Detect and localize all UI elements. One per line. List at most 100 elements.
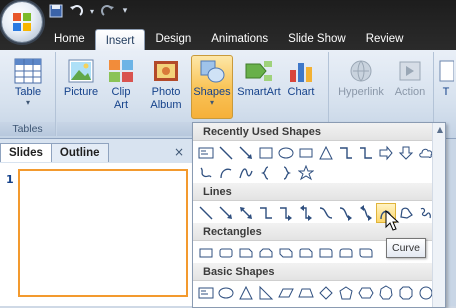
clip-art-button[interactable]: Clip Art <box>103 56 139 112</box>
tab-home[interactable]: Home <box>44 28 95 50</box>
trapezoid-shape-icon[interactable] <box>296 283 316 303</box>
customize-toolbar-icon[interactable]: ▾ <box>120 3 130 19</box>
shapes-icon <box>197 56 227 86</box>
office-button[interactable] <box>2 2 42 42</box>
round-diagonal-rectangle-icon[interactable] <box>356 243 376 263</box>
smartart-button[interactable]: SmartArt <box>237 56 281 99</box>
hyperlink-icon <box>346 56 376 86</box>
star-shape-icon[interactable] <box>296 163 316 183</box>
tab-animations[interactable]: Animations <box>201 28 278 50</box>
quick-access-toolbar: ▾ ▾ <box>48 2 130 20</box>
down-arrow-shape-icon[interactable] <box>396 143 416 163</box>
left-brace-shape-icon[interactable] <box>256 163 276 183</box>
undo-dropdown-icon[interactable]: ▾ <box>88 3 96 19</box>
rounded-rectangle-shape-icon[interactable] <box>216 243 236 263</box>
basic-shapes-row <box>196 283 436 303</box>
lines-row <box>196 203 436 223</box>
tab-outline[interactable]: Outline <box>50 143 109 162</box>
shapes-gallery: Recently Used Shapes Lines Rectangles Ba… <box>192 122 446 308</box>
clip-art-label-line1: Clip <box>111 86 131 98</box>
redo-icon[interactable] <box>100 3 116 19</box>
tab-insert[interactable]: Insert <box>94 29 146 51</box>
textbox-shape-icon-basic[interactable] <box>196 283 216 303</box>
elbow-double-arrow-connector-shape-icon[interactable] <box>296 203 316 223</box>
slide-thumbnail-list: 1 <box>0 163 192 306</box>
round-same-side-rectangle-icon[interactable] <box>336 243 356 263</box>
elbow-connector-shape-icon[interactable] <box>336 143 356 163</box>
slide-number: 1 <box>6 173 14 186</box>
chart-button[interactable]: Chart <box>283 56 319 99</box>
snip-single-corner-rectangle-icon[interactable] <box>236 243 256 263</box>
chart-label: Chart <box>287 86 315 98</box>
picture-label: Picture <box>63 86 99 98</box>
elbow-connector-shape-icon-lines[interactable] <box>256 203 276 223</box>
tab-slides[interactable]: Slides <box>0 143 52 162</box>
diamond-shape-icon[interactable] <box>316 283 336 303</box>
isosceles-triangle-shape-icon[interactable] <box>236 283 256 303</box>
hexagon-shape-icon[interactable] <box>356 283 376 303</box>
double-arrow-shape-icon[interactable] <box>236 203 256 223</box>
shapes-button[interactable]: Shapes ▾ <box>191 55 233 119</box>
tab-review[interactable]: Review <box>356 28 414 50</box>
octagon-shape-icon[interactable] <box>396 283 416 303</box>
recent-shapes-row-2 <box>196 163 316 183</box>
picture-button[interactable]: Picture <box>63 56 99 99</box>
round-single-corner-rectangle-icon[interactable] <box>316 243 336 263</box>
pane-tabs: Slides Outline <box>0 143 109 163</box>
right-triangle-shape-icon[interactable] <box>256 283 276 303</box>
hyperlink-label: Hyperlink <box>338 86 384 98</box>
picture-icon <box>66 56 96 86</box>
curved-double-arrow-connector-shape-icon[interactable] <box>356 203 376 223</box>
curved-arrow-connector-shape-icon[interactable] <box>336 203 356 223</box>
freeform-shape-icon[interactable] <box>196 163 216 183</box>
slide-editor-edge <box>448 139 456 306</box>
slide-thumbnail[interactable] <box>18 169 188 297</box>
section-lines: Lines <box>193 183 445 201</box>
line-shape-icon-lines[interactable] <box>196 203 216 223</box>
parallelogram-shape-icon[interactable] <box>276 283 296 303</box>
shapes-dropdown-icon: ▾ <box>209 98 214 107</box>
office-logo-icon <box>13 13 31 31</box>
save-icon[interactable] <box>48 3 64 19</box>
right-brace-shape-icon[interactable] <box>276 163 296 183</box>
chart-icon <box>286 56 316 86</box>
heptagon-shape-icon[interactable] <box>376 283 396 303</box>
rectangles-row <box>196 243 376 263</box>
line-shape-icon[interactable] <box>216 143 236 163</box>
arrow-shape-icon-lines[interactable] <box>216 203 236 223</box>
clip-art-label-line2: Art <box>113 99 129 111</box>
oval-shape-icon[interactable] <box>276 143 296 163</box>
oval-shape-icon-basic[interactable] <box>216 283 236 303</box>
photo-album-button[interactable]: Photo Album <box>145 56 187 112</box>
scroll-up-icon[interactable]: ▲ <box>437 125 443 134</box>
undo-icon[interactable] <box>68 3 84 19</box>
textbox-icon <box>437 56 455 86</box>
table-button[interactable]: Table ▾ <box>8 56 48 107</box>
tab-design[interactable]: Design <box>145 28 201 50</box>
rectangle-shape-icon-2[interactable] <box>296 143 316 163</box>
rectangle-shape-icon-rect[interactable] <box>196 243 216 263</box>
next-group-button-partial[interactable]: T <box>437 56 455 99</box>
rectangle-shape-icon[interactable] <box>256 143 276 163</box>
tab-slide-show[interactable]: Slide Show <box>278 28 356 50</box>
table-dropdown-icon: ▾ <box>25 98 30 107</box>
action-label: Action <box>394 86 426 98</box>
arrow-line-shape-icon[interactable] <box>236 143 256 163</box>
triangle-shape-icon[interactable] <box>316 143 336 163</box>
tables-group-label: Tables <box>0 122 55 136</box>
curve-shape-icon-recent[interactable] <box>236 163 256 183</box>
action-button[interactable]: Action <box>390 56 430 99</box>
textbox-shape-icon[interactable] <box>196 143 216 163</box>
gallery-scrollbar[interactable]: ▲ <box>432 123 445 307</box>
snip-diagonal-rectangle-icon[interactable] <box>276 243 296 263</box>
elbow-arrow-connector-shape-icon[interactable] <box>276 203 296 223</box>
pane-close-icon[interactable]: × <box>174 145 184 159</box>
elbow-connector-shape-icon-2[interactable] <box>356 143 376 163</box>
snip-round-rectangle-icon[interactable] <box>296 243 316 263</box>
snip-same-side-rectangle-icon[interactable] <box>256 243 276 263</box>
hyperlink-button[interactable]: Hyperlink <box>336 56 386 99</box>
arc-shape-icon[interactable] <box>216 163 236 183</box>
pentagon-shape-icon[interactable] <box>336 283 356 303</box>
right-arrow-shape-icon[interactable] <box>376 143 396 163</box>
curved-connector-shape-icon[interactable] <box>316 203 336 223</box>
